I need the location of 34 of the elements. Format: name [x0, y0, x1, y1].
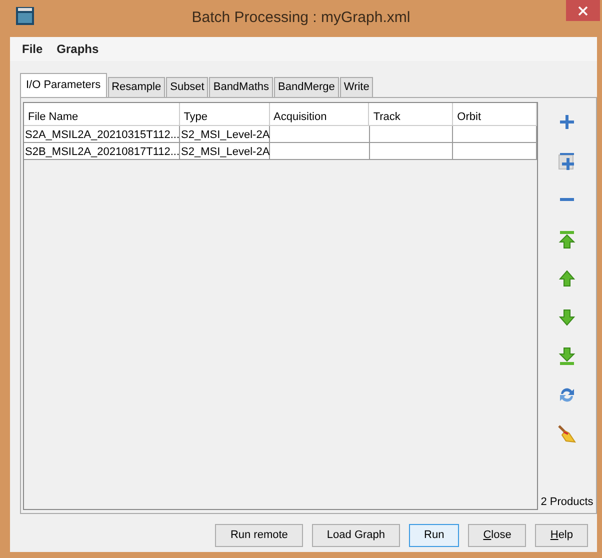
tab[interactable]: BandMaths	[209, 77, 274, 96]
tab[interactable]: Subset	[166, 77, 208, 96]
arrow-up-icon	[557, 268, 577, 288]
table-cell: S2_MSI_Level-2A	[180, 142, 270, 160]
dialog-button[interactable]: Run	[409, 524, 460, 547]
column-header[interactable]: Orbit	[453, 102, 538, 126]
table-cell: S2_MSI_Level-2A	[180, 126, 270, 142]
window-title: Batch Processing : myGraph.xml	[190, 8, 412, 28]
add-list-icon	[557, 150, 577, 170]
dialog-button[interactable]: Load Graph	[312, 524, 400, 547]
dialog-button[interactable]: Run remote	[215, 524, 303, 547]
close-button[interactable]	[566, 0, 600, 21]
column-header[interactable]: Track	[369, 102, 454, 126]
table-cell: S2A_MSIL2A_20210315T112...	[24, 126, 180, 142]
tab[interactable]: Write	[340, 77, 374, 96]
close-icon	[578, 6, 588, 16]
broom-icon	[557, 424, 577, 444]
column-header[interactable]: File Name	[24, 102, 180, 126]
product-count: 2 Products	[540, 494, 594, 510]
tab[interactable]: BandMerge	[274, 77, 339, 96]
column-header[interactable]: Acquisition	[270, 102, 370, 126]
move-to-bottom-icon	[557, 346, 577, 366]
minus-icon	[560, 198, 574, 201]
tab[interactable]: Resample	[108, 77, 166, 96]
menu-item[interactable]: Graphs	[50, 40, 107, 58]
dialog-button[interactable]: Close	[468, 524, 526, 547]
app-logo-icon	[16, 7, 34, 25]
dialog-button[interactable]: Help	[535, 524, 588, 547]
table-cell: S2B_MSIL2A_20210817T112...	[24, 142, 180, 160]
tab[interactable]: I/O Parameters	[20, 73, 107, 96]
arrow-down-icon	[557, 306, 577, 326]
move-to-top-icon	[557, 228, 577, 248]
column-header[interactable]: Type	[180, 102, 270, 126]
menu-item[interactable]: File	[16, 40, 51, 58]
